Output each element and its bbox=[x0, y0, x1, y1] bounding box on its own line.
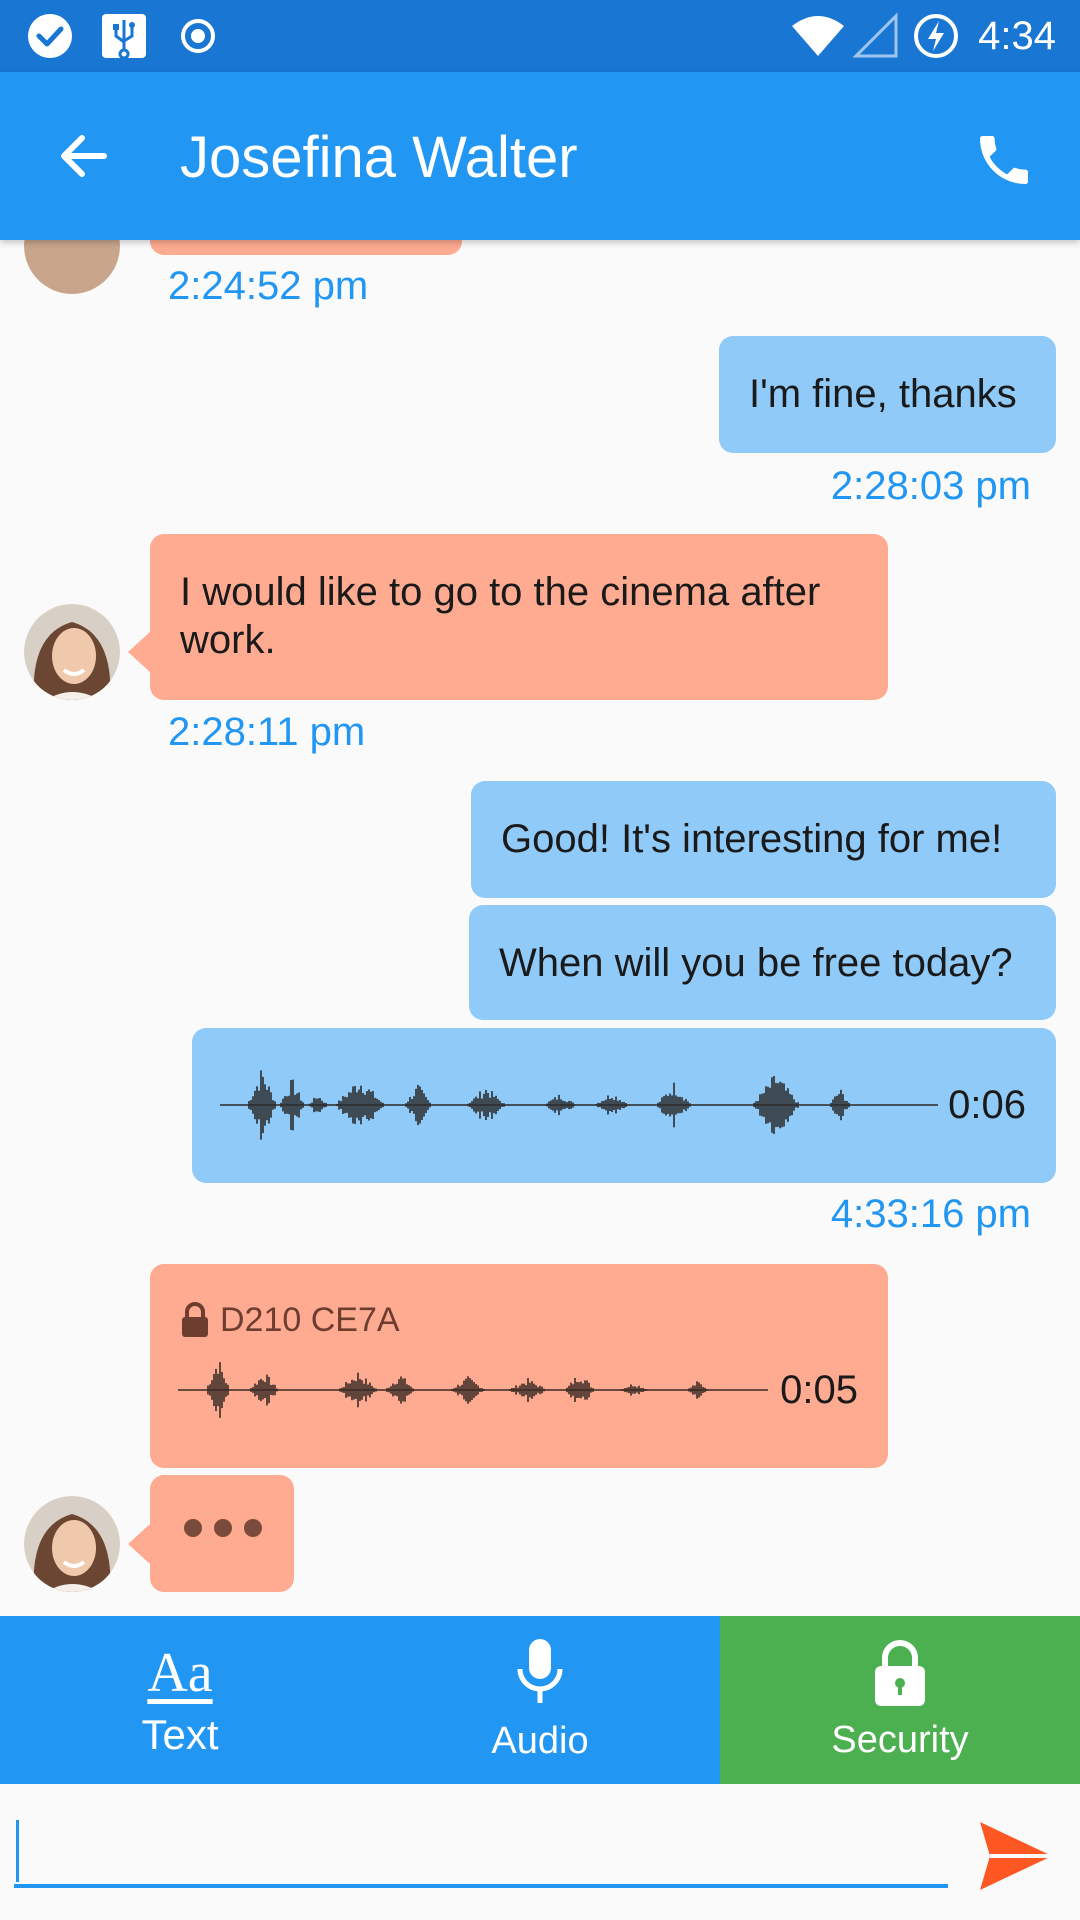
message-text: I'm fine, thanks bbox=[749, 372, 1017, 416]
message-text: When will you be free today? bbox=[499, 941, 1013, 985]
status-bar: 4:34 bbox=[0, 0, 1080, 72]
microphone-icon bbox=[517, 1639, 563, 1703]
app-bar: Josefina Walter bbox=[0, 72, 1080, 240]
encrypted-audio-message-incoming[interactable]: D210 CE7A 0:05 bbox=[150, 1264, 888, 1468]
composer bbox=[0, 1784, 1080, 1920]
message-bubble-outgoing[interactable]: When will you be free today? bbox=[469, 905, 1056, 1020]
tab-audio[interactable]: Audio bbox=[360, 1616, 720, 1784]
audio-message-outgoing[interactable]: 0:06 bbox=[192, 1028, 1056, 1183]
typing-dots bbox=[184, 1519, 262, 1537]
call-button[interactable] bbox=[964, 120, 1044, 200]
wifi-icon bbox=[792, 16, 844, 56]
text-format-icon: Aa bbox=[147, 1642, 213, 1704]
message-timestamp: 4:33:16 pm bbox=[830, 1192, 1031, 1236]
bubble-tail bbox=[128, 632, 150, 672]
send-icon[interactable] bbox=[976, 1816, 1056, 1896]
signal-icon bbox=[852, 12, 898, 58]
audio-waveform[interactable] bbox=[220, 1052, 938, 1158]
tab-label: Text bbox=[141, 1711, 219, 1758]
typing-indicator bbox=[150, 1475, 294, 1592]
tab-label: Audio bbox=[491, 1720, 589, 1762]
message-bubble-outgoing[interactable]: Good! It's interesting for me! bbox=[471, 781, 1056, 898]
message-text: I would like to go to the cinema after w… bbox=[180, 570, 821, 662]
bubble-tail bbox=[128, 1524, 150, 1564]
back-button[interactable] bbox=[48, 120, 120, 192]
tab-text[interactable]: Aa Text bbox=[0, 1616, 360, 1784]
message-text: Good! It's interesting for me! bbox=[501, 817, 1003, 861]
contact-avatar[interactable] bbox=[24, 1496, 120, 1592]
message-bubble-incoming[interactable] bbox=[150, 240, 462, 255]
message-bubble-outgoing[interactable]: I'm fine, thanks bbox=[719, 336, 1056, 453]
audio-waveform[interactable] bbox=[178, 1350, 768, 1430]
audio-duration: 0:05 bbox=[780, 1368, 858, 1412]
chat-area[interactable]: 2:24:52 pm I'm fine, thanks 2:28:03 pm I… bbox=[0, 240, 1080, 1616]
usb-icon bbox=[102, 14, 146, 60]
message-timestamp: 2:28:03 pm bbox=[830, 464, 1031, 508]
tab-label: Security bbox=[831, 1719, 969, 1761]
radio-target-icon bbox=[181, 19, 215, 53]
status-time: 4:34 bbox=[978, 14, 1056, 58]
text-cursor bbox=[16, 1820, 19, 1882]
contact-avatar[interactable] bbox=[24, 240, 120, 294]
tab-security[interactable]: Security bbox=[720, 1616, 1080, 1784]
message-bubble-incoming[interactable]: I would like to go to the cinema after w… bbox=[150, 534, 888, 700]
battery-charging-icon bbox=[914, 14, 958, 58]
audio-duration: 0:06 bbox=[948, 1083, 1026, 1127]
encryption-key-text: D210 CE7A bbox=[220, 1301, 400, 1339]
contact-name-title: Josefina Walter bbox=[180, 125, 578, 190]
input-mode-tabs: Aa Text Audio Security bbox=[0, 1616, 1080, 1784]
check-circle-icon bbox=[28, 14, 72, 58]
phone-icon bbox=[980, 136, 1028, 184]
lock-icon bbox=[875, 1640, 925, 1706]
lock-icon bbox=[182, 1302, 208, 1337]
encryption-key-label: D210 CE7A bbox=[180, 1300, 400, 1340]
message-timestamp: 2:24:52 pm bbox=[168, 264, 369, 308]
contact-avatar[interactable] bbox=[24, 604, 120, 700]
message-input[interactable] bbox=[14, 1812, 948, 1888]
message-timestamp: 2:28:11 pm bbox=[168, 710, 366, 754]
back-arrow-icon bbox=[61, 135, 107, 177]
